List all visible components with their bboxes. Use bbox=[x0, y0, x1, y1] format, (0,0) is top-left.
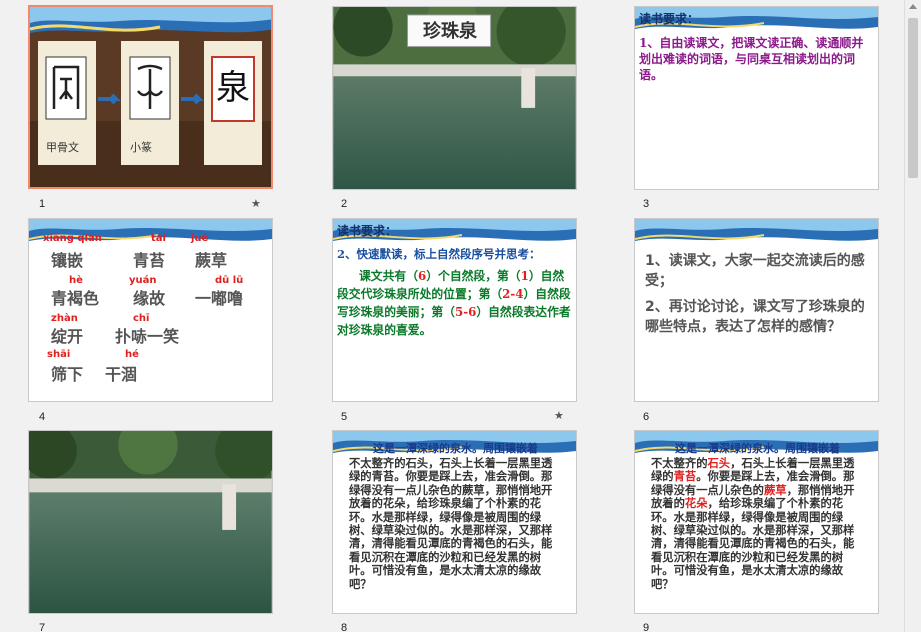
modern-character: 泉 bbox=[216, 68, 250, 108]
passage-text: 不太整齐的石头，石头上长着一层黑里透绿的青苔。你要是踩上去，准会滑倒。那绿得没有… bbox=[349, 456, 553, 591]
slide-number-6: 6 bbox=[643, 411, 650, 423]
vertical-scrollbar[interactable] bbox=[904, 0, 921, 632]
pinyin: xiāng qiàn bbox=[43, 233, 102, 244]
slide-number-1: 1 bbox=[39, 198, 46, 210]
reading-requirement-2: 2、快速默读，标上自然段序号并思考： bbox=[337, 247, 541, 261]
highlight-word: 青苔 bbox=[673, 469, 697, 484]
passage-text-highlighted: 不太整齐的石头，石头上长着一层黑里透绿的青苔。你要是踩上去，准会滑倒。那绿得没有… bbox=[651, 456, 862, 591]
vocab-word: 镶嵌 bbox=[51, 251, 84, 270]
slide-thumbnail-8[interactable]: 这是一潭深绿的泉水。周围镶嵌着 不太整齐的石头，石头上长着一层黑里透绿的青苔。你… bbox=[332, 430, 577, 614]
discussion-question-1: 1、读课文，大家一起交流读后的感受； bbox=[645, 253, 865, 289]
pinyin: jué bbox=[191, 233, 209, 244]
slide-number-4: 4 bbox=[39, 411, 46, 423]
highlight-word: 石头 bbox=[707, 456, 731, 470]
slide-thumbnail-4[interactable]: xiāng qiàn 镶嵌 tái 青苔 jué 蕨草 hè 青褐色 yuán … bbox=[28, 218, 273, 402]
scrollbar-thumb[interactable] bbox=[908, 18, 918, 178]
answer-number: 6 bbox=[418, 269, 427, 283]
vocab-word: 蕨草 bbox=[195, 251, 228, 270]
reading-requirements-heading: 读书要求： bbox=[639, 12, 700, 26]
vocab-word: 一嘟噜 bbox=[195, 289, 244, 308]
vocab-word: 青褐色 bbox=[51, 289, 100, 308]
header-wave bbox=[635, 219, 878, 241]
slide-thumbnail-6[interactable]: 1、读课文，大家一起交流读后的感受； 2、再讨论讨论，课文写了珍珠泉的哪些特点，… bbox=[634, 218, 879, 402]
passage-header: 这是一潭深绿的泉水。周围镶嵌着 bbox=[373, 442, 538, 455]
vocab-word: 绽开 bbox=[51, 327, 84, 346]
vocab-word: 干涸 bbox=[105, 365, 138, 384]
passage-segment: 不太整齐的 bbox=[651, 456, 708, 470]
answer-number: 5-6 bbox=[454, 305, 477, 319]
answer-text: ）个自然段，第（ bbox=[426, 269, 521, 283]
animation-star-icon: ★ bbox=[554, 409, 564, 422]
slide-number-9: 9 bbox=[643, 622, 650, 632]
answer-number: 1 bbox=[520, 269, 529, 283]
slide-sorter-grid: 泉 甲骨文 小篆 1 ★ 珍珠泉 2 读书要求： 1、自由读课文，把课文读正确、… bbox=[0, 0, 905, 632]
answer-text: 课文共有（ bbox=[359, 269, 418, 283]
vocab-word: 扑哧一笑 bbox=[115, 327, 180, 346]
slide-number-8: 8 bbox=[341, 622, 348, 632]
slide-2-title: 珍珠泉 bbox=[423, 21, 477, 42]
passage-header: 这是一潭深绿的泉水。周围镶嵌着 bbox=[675, 442, 840, 455]
slide-thumbnail-5[interactable]: 读书要求： 2、快速默读，标上自然段序号并思考： 课文共有（6）个自然段，第（1… bbox=[332, 218, 577, 402]
paragraph-answer: 课文共有（6）个自然段，第（1）自然段交代珍珠泉所处的位置；第（2-4）自然段写… bbox=[337, 267, 572, 339]
animation-star-icon: ★ bbox=[251, 197, 261, 210]
slide-number-2: 2 bbox=[341, 198, 348, 210]
reading-requirements-heading: 读书要求： bbox=[337, 224, 398, 238]
highlight-word: 花朵 bbox=[684, 496, 708, 511]
vocab-word: 缘故 bbox=[133, 289, 166, 308]
seal-label: 小篆 bbox=[130, 141, 152, 154]
pinyin: hé bbox=[125, 349, 139, 360]
slide-number-7: 7 bbox=[39, 622, 46, 632]
slide-number-5: 5 bbox=[341, 411, 348, 423]
slide-thumbnail-1[interactable]: 泉 甲骨文 小篆 bbox=[28, 5, 273, 189]
passage-segment: ，给珍珠泉编了个朴素的花环。水是那样绿，绿得像是被周围的绿树、绿草染过似的。水是… bbox=[651, 496, 855, 591]
oracle-label: 甲骨文 bbox=[46, 141, 79, 154]
answer-number: 2-4 bbox=[502, 287, 524, 301]
pearl-spring-photo bbox=[29, 431, 272, 613]
slide-thumbnail-3[interactable]: 读书要求： 1、自由读课文，把课文读正确、读通顺并划出难读的词语，与同桌互相读划… bbox=[634, 6, 879, 190]
slide-thumbnail-7[interactable] bbox=[28, 430, 273, 614]
vocab-word: 青苔 bbox=[133, 251, 166, 270]
slide-thumbnail-9[interactable]: 这是一潭深绿的泉水。周围镶嵌着 不太整齐的石头，石头上长着一层黑里透绿的青苔。你… bbox=[634, 430, 879, 614]
discussion-question-2: 2、再讨论讨论，课文写了珍珠泉的哪些特点，表达了怎样的感情？ bbox=[645, 299, 865, 335]
vocab-word: 筛下 bbox=[51, 365, 84, 384]
slide-thumbnail-2[interactable]: 珍珠泉 bbox=[332, 6, 577, 190]
pinyin: shāi bbox=[47, 349, 71, 360]
pinyin: tái bbox=[151, 233, 166, 244]
scroll-up-arrow-icon[interactable] bbox=[909, 4, 917, 9]
highlight-word: 蕨草 bbox=[763, 482, 787, 497]
slide-number-3: 3 bbox=[643, 198, 650, 210]
reading-requirement-1: 1、自由读课文，把课文读正确、读通顺并划出难读的词语，与同桌互相读划出的词语。 bbox=[639, 36, 864, 82]
